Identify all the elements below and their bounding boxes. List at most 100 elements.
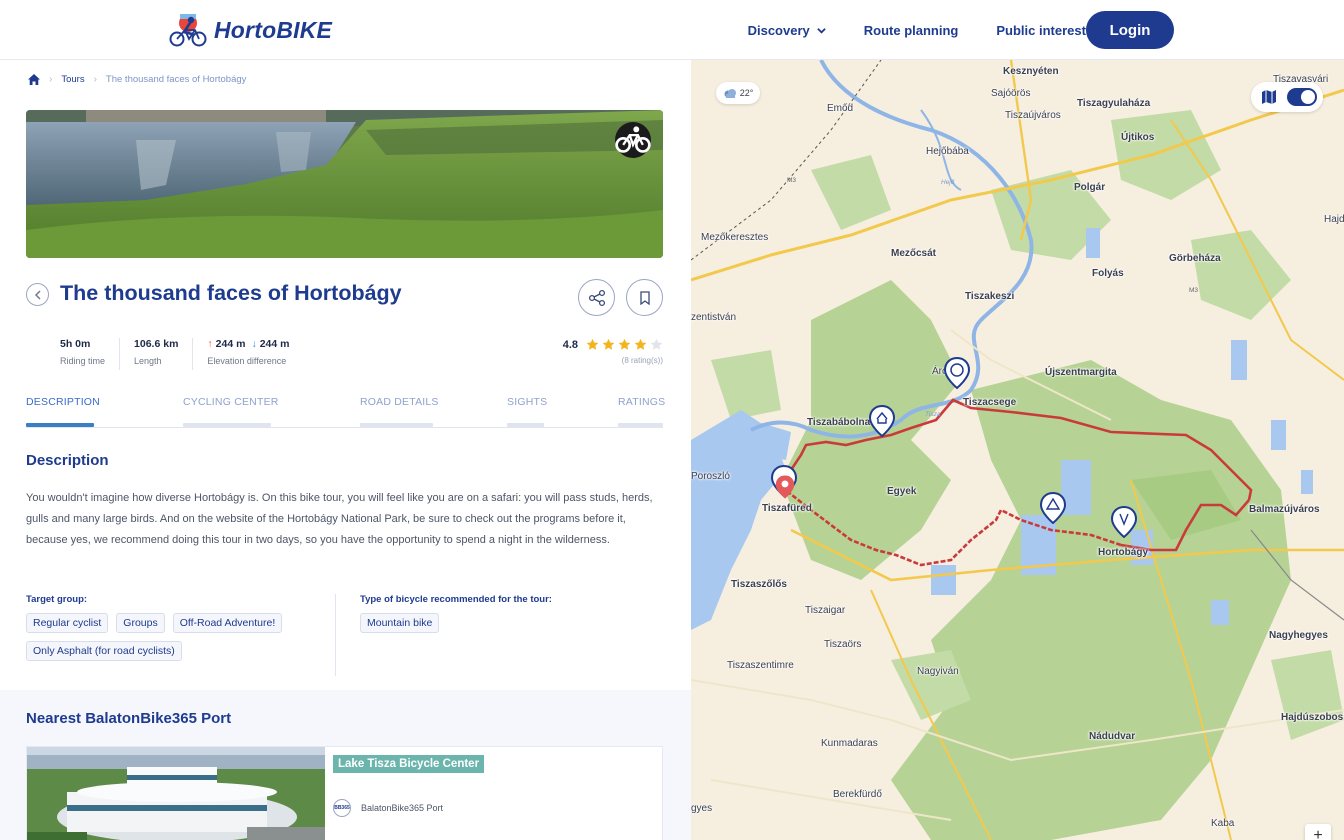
site-header: HortoBIKE Discovery Route planning Publi… [0, 0, 1344, 60]
nav-route-planning[interactable]: Route planning [864, 23, 959, 38]
tour-tabs: DESCRIPTION CYCLING CENTER ROAD DETAILS … [26, 396, 666, 428]
map-place-label: Mezőcsát [891, 248, 937, 259]
map-place-label: Tiszaörs [824, 639, 862, 650]
map-place-label: gyes [691, 803, 713, 814]
map-layer-toggle[interactable] [1287, 88, 1317, 106]
map-place-label: Hortobágy [1098, 547, 1148, 558]
bicycle-type-chips: Mountain bike [360, 613, 660, 641]
map-place-label: Nagyhegyes [1269, 630, 1328, 641]
map-place-label: Újtikos [1121, 132, 1155, 143]
port-card[interactable]: Lake Tisza Bicycle Center BB365 BalatonB… [26, 746, 663, 840]
nearest-port-heading: Nearest BalatonBike365 Port [26, 710, 232, 727]
stat-elevation: ↑ 244 m ↓ 244 m Elevation difference [207, 338, 303, 370]
logo[interactable]: HortoBIKE [168, 12, 332, 48]
target-group-chips: Regular cyclist Groups Off-Road Adventur… [26, 613, 335, 669]
map-place-label: Sajóörös [991, 88, 1031, 99]
map-canvas[interactable]: M3 M3 Hejő Tisza [691, 60, 1344, 840]
star-filled-icon [586, 338, 599, 350]
sight-pin-icon[interactable] [944, 357, 970, 389]
sight-pin-icon[interactable] [869, 405, 895, 437]
bookmark-button[interactable] [626, 279, 663, 316]
weather-temperature: 22° [739, 88, 754, 98]
map-place-label: Tiszaszentimre [727, 660, 794, 671]
length-label: Length [134, 356, 162, 366]
tab-road-details-label: ROAD DETAILS [360, 396, 439, 408]
map-place-label: Kesznyéten [1003, 66, 1059, 77]
elevation-label: Elevation difference [207, 356, 287, 366]
nav-route-planning-label: Route planning [863, 22, 959, 38]
tab-description[interactable]: DESCRIPTION [26, 396, 100, 427]
map-place-label: Emőd [827, 103, 854, 114]
description-heading: Description [26, 452, 109, 469]
tab-indicator [618, 423, 663, 427]
chip: Regular cyclist [26, 613, 109, 633]
map-place-label: Balmazújváros [1249, 504, 1320, 515]
map-place-label: Újszentmargita [1045, 367, 1117, 378]
star-filled-icon [618, 338, 631, 350]
stat-riding-time: 5h 0m Riding time [60, 338, 121, 370]
home-icon[interactable] [28, 74, 40, 85]
stat-length: 106.6 km Length [134, 338, 194, 370]
map-place-label: Tiszacsege [963, 397, 1017, 408]
map-place-label: Kaba [1211, 818, 1235, 829]
nav-public-interest-label: Public interest [996, 22, 1086, 38]
cyclist-logo-icon [169, 14, 207, 47]
tab-cycling-center[interactable]: CYCLING CENTER [183, 396, 279, 427]
breadcrumb-separator: › [93, 74, 97, 85]
map-place-label: Egyek [887, 486, 917, 497]
arrow-down-icon: ↓ [251, 338, 257, 350]
map-layers-icon[interactable] [1261, 89, 1277, 105]
tour-stats: 5h 0m Riding time 106.6 km Length ↑ 244 … [60, 338, 317, 370]
tab-description-label: DESCRIPTION [26, 396, 100, 408]
tour-rating[interactable]: 4.8 (8 rating(s)) [562, 338, 663, 366]
chip: Off-Road Adventure! [172, 613, 283, 633]
logo-text: HortoBIKE [214, 16, 333, 43]
landscape-photo [26, 110, 663, 258]
weather-widget: 22° [716, 82, 760, 104]
map-place-label: Tiszabábolna [807, 417, 871, 428]
route-map[interactable]: M3 M3 Hejő Tisza Kesznyéten Tiszavasvári E… [691, 60, 1344, 840]
breadcrumb-tours[interactable]: Tours [61, 74, 84, 85]
rating-value: 4.8 [562, 338, 578, 351]
balatonbike-logo-icon: BB365 [333, 799, 351, 817]
map-place-label: Tiszaszőlős [731, 579, 787, 590]
chevron-down-icon [817, 27, 826, 34]
star-filled-icon [602, 338, 615, 350]
back-button[interactable] [26, 283, 49, 306]
tab-indicator [183, 423, 271, 427]
login-button[interactable]: Login [1086, 11, 1174, 49]
target-group-label: Target group: [26, 594, 88, 605]
start-pin-icon[interactable] [775, 474, 795, 500]
tour-detail-panel: › Tours › The thousand faces of Hortobág… [0, 60, 691, 840]
breadcrumb-current: The thousand faces of Hortobágy [105, 74, 247, 85]
tab-ratings-label: RATINGS [618, 396, 666, 408]
page-title: The thousand faces of Hortobágy [60, 281, 402, 305]
sight-pin-icon[interactable] [1040, 492, 1066, 524]
tour-hero-image [26, 110, 663, 258]
nav-discovery[interactable]: Discovery [748, 23, 826, 38]
map-place-label: Folyás [1092, 268, 1124, 279]
tab-road-details[interactable]: ROAD DETAILS [360, 396, 439, 427]
nav-discovery-label: Discovery [747, 22, 810, 38]
elevation-up: 244 m [215, 338, 246, 350]
tour-title-row: The thousand faces of Hortobágy [26, 276, 663, 320]
map-place-label: Polgár [1074, 182, 1106, 193]
share-button[interactable] [578, 279, 615, 316]
tab-ratings[interactable]: RATINGS [618, 396, 666, 427]
star-empty-icon [650, 338, 663, 350]
rating-count: (8 rating(s)) [621, 356, 663, 365]
sight-pin-icon[interactable] [1111, 506, 1137, 538]
share-icon [588, 289, 605, 306]
tab-sights[interactable]: SIGHTS [507, 396, 547, 427]
nearest-port-section: Nearest BalatonBike365 Port Lake Tisza B… [0, 690, 691, 840]
map-place-label: Tiszaújváros [1005, 110, 1061, 121]
tour-meta: Target group: Regular cyclist Groups Off… [26, 594, 663, 676]
riding-time-label: Riding time [60, 356, 106, 366]
map-place-label: Tiszakeszi [965, 291, 1015, 302]
bookmark-icon [639, 290, 650, 305]
tab-indicator [360, 423, 433, 427]
zoom-in-button[interactable]: + [1305, 824, 1331, 840]
map-place-label: Hajdú [1324, 214, 1344, 225]
river-label: Tisza [925, 411, 941, 418]
chip: Groups [116, 613, 165, 633]
